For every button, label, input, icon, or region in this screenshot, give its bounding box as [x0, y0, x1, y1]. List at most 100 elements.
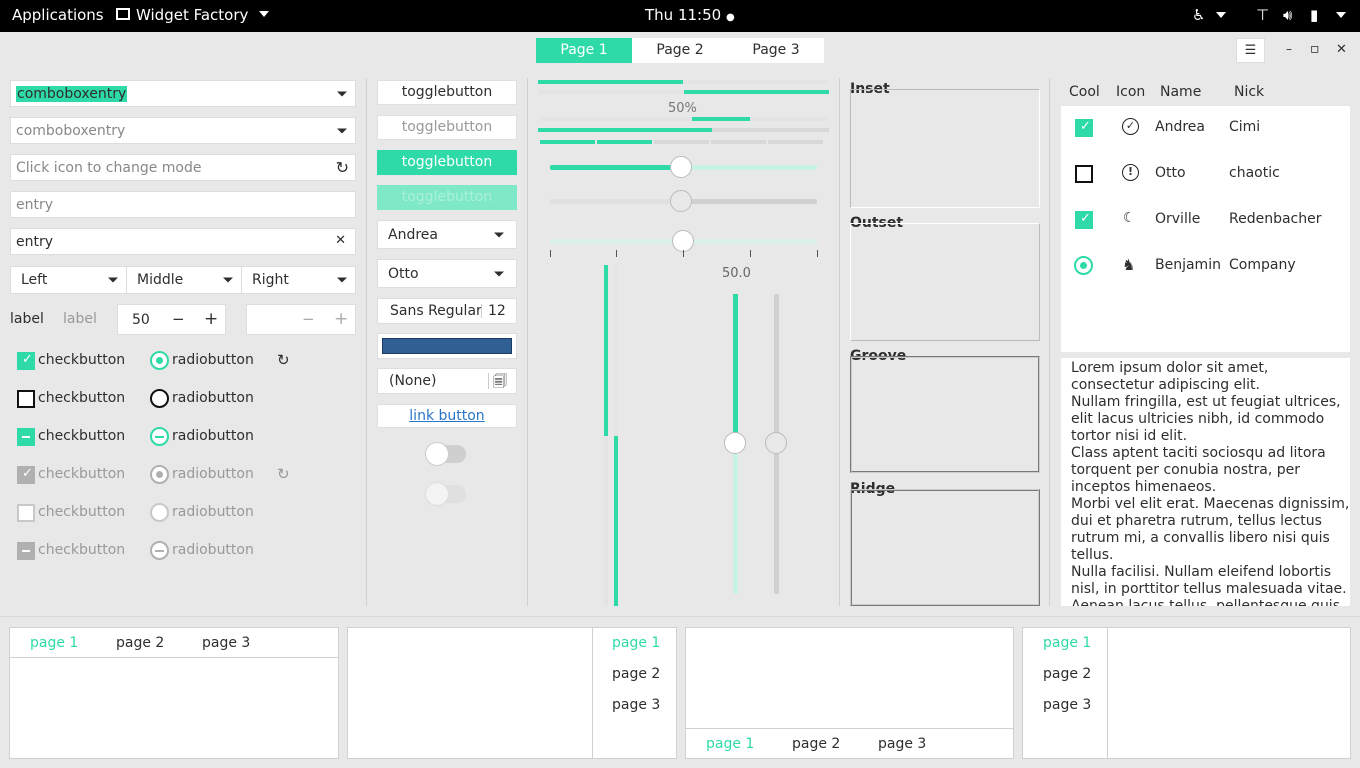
- tree-radio[interactable]: [1074, 256, 1093, 275]
- radiobutton-label[interactable]: radiobutton: [172, 428, 254, 444]
- text-line: tellus.: [1071, 547, 1114, 563]
- text-line: Nulla facilisi. Nullam eleifend lobortis: [1071, 564, 1331, 580]
- radio-unchecked[interactable]: [150, 389, 169, 408]
- checkbox-unchecked[interactable]: [17, 390, 35, 408]
- tree-checkbox[interactable]: [1075, 165, 1093, 183]
- notebook-tab[interactable]: page 1: [706, 736, 754, 752]
- notebook-tab[interactable]: page 1: [30, 635, 78, 651]
- spin-button[interactable]: 50 − +: [117, 304, 226, 335]
- text-view[interactable]: Lorem ipsum dolor sit amet, consectetur a…: [1061, 358, 1350, 606]
- link-button[interactable]: link button: [377, 404, 517, 428]
- tree-checkbox[interactable]: ✓: [1075, 119, 1093, 137]
- combobox-text[interactable]: comboboxentry: [16, 123, 125, 139]
- stack-tab-page3[interactable]: Page 3: [728, 38, 824, 63]
- togglebutton-active[interactable]: togglebutton: [377, 150, 517, 175]
- notebook-tab[interactable]: page 1: [612, 635, 660, 651]
- radiobutton-label: radiobutton: [172, 504, 254, 520]
- tree-row-name[interactable]: Otto: [1155, 165, 1186, 181]
- comboboxentry-1[interactable]: comboboxentry: [10, 80, 356, 107]
- clock[interactable]: Thu 11:50 ●: [645, 6, 735, 24]
- combo-right[interactable]: Right: [241, 266, 356, 294]
- scale-knob[interactable]: [670, 156, 692, 178]
- clear-icon[interactable]: ✕: [335, 233, 346, 248]
- plus-icon: +: [334, 309, 349, 329]
- tree-row-nick[interactable]: Cimi: [1229, 119, 1260, 135]
- notebook-tab[interactable]: page 2: [612, 666, 660, 682]
- refresh-icon[interactable]: ↻: [336, 158, 349, 177]
- notebook-tab[interactable]: page 3: [612, 697, 660, 713]
- menu-button[interactable]: ☰: [1236, 38, 1265, 63]
- level-bar-segment: [768, 140, 823, 144]
- combo-andrea[interactable]: Andrea: [377, 220, 517, 249]
- checkbutton-label[interactable]: checkbutton: [38, 428, 125, 444]
- checkbox-mixed[interactable]: [17, 428, 35, 446]
- network-icon[interactable]: ⊤: [1256, 6, 1269, 24]
- tree-row-nick[interactable]: Redenbacher: [1229, 211, 1322, 227]
- volume-icon[interactable]: 🔊︎: [1283, 6, 1292, 24]
- tree-row-name[interactable]: Benjamin: [1155, 257, 1221, 273]
- plus-icon[interactable]: +: [204, 309, 218, 329]
- battery-icon[interactable]: ▮: [1310, 6, 1318, 24]
- column-header-cool[interactable]: Cool: [1069, 84, 1100, 100]
- level-bar-segment: [597, 140, 652, 144]
- chevron-down-icon[interactable]: [337, 91, 347, 96]
- tree-row-name[interactable]: Andrea: [1155, 119, 1205, 135]
- notebook-tab[interactable]: page 3: [878, 736, 926, 752]
- notebook-tab[interactable]: page 2: [1043, 666, 1091, 682]
- accessibility-icon[interactable]: ♿: [1192, 6, 1205, 24]
- notebook-tab[interactable]: page 2: [116, 635, 164, 651]
- column-header-nick[interactable]: Nick: [1234, 84, 1264, 100]
- notebook-tab[interactable]: page 3: [202, 635, 250, 651]
- scale-knob[interactable]: [724, 432, 746, 454]
- radio-mixed[interactable]: [150, 427, 169, 446]
- spinner-icon: ↻: [277, 351, 290, 369]
- minus-icon[interactable]: −: [172, 310, 185, 328]
- stack-tab-page1[interactable]: Page 1: [536, 38, 632, 63]
- hscale-1[interactable]: [550, 156, 817, 178]
- mode-entry[interactable]: Click icon to change mode ↻: [10, 154, 356, 181]
- label-2: label: [63, 311, 97, 327]
- combo-middle[interactable]: Middle: [126, 266, 241, 294]
- radiobutton-label[interactable]: radiobutton: [172, 390, 254, 406]
- tree-row-name[interactable]: Orville: [1155, 211, 1200, 227]
- combobox-text[interactable]: comboboxentry: [16, 85, 128, 102]
- applications-menu[interactable]: Applications: [12, 6, 104, 24]
- tree-row-nick[interactable]: chaotic: [1229, 165, 1280, 181]
- entry-empty[interactable]: entry: [10, 191, 356, 218]
- checkbutton-label[interactable]: checkbutton: [38, 352, 125, 368]
- notebook-tab[interactable]: page 3: [1043, 697, 1091, 713]
- scale-knob[interactable]: [672, 230, 694, 252]
- file-chooser-button[interactable]: (None) 🗐: [377, 368, 517, 394]
- minimize-button[interactable]: –: [1286, 42, 1292, 56]
- maximize-button[interactable]: ▫: [1310, 41, 1320, 57]
- checkbutton-label[interactable]: checkbutton: [38, 390, 125, 406]
- column-header-name[interactable]: Name: [1160, 84, 1201, 100]
- switch-off[interactable]: [425, 442, 466, 466]
- notebook-tab[interactable]: page 1: [1043, 635, 1091, 651]
- radio-checked[interactable]: [150, 351, 169, 370]
- tree-row-nick[interactable]: Company: [1229, 257, 1296, 273]
- chevron-down-icon[interactable]: [337, 128, 347, 133]
- entry-value[interactable]: entry: [16, 234, 53, 250]
- checkbutton-label: checkbutton: [38, 466, 126, 482]
- combo-left[interactable]: Left: [10, 266, 126, 294]
- column-header-icon[interactable]: Icon: [1116, 84, 1145, 100]
- comboboxentry-2[interactable]: comboboxentry: [10, 117, 356, 144]
- vscale-1[interactable]: [724, 294, 746, 594]
- tree-checkbox[interactable]: ✓: [1075, 211, 1093, 229]
- checkbox-checked[interactable]: ✓: [17, 352, 35, 370]
- app-menu[interactable]: Widget Factory: [116, 6, 270, 24]
- stack-tab-page2[interactable]: Page 2: [632, 38, 728, 63]
- combo-otto[interactable]: Otto: [377, 259, 517, 288]
- close-button[interactable]: ✕: [1336, 42, 1347, 57]
- check-icon: ✓: [1080, 119, 1091, 134]
- notebook-tab[interactable]: page 2: [792, 736, 840, 752]
- check-icon: ✓: [1080, 211, 1091, 226]
- color-button[interactable]: [377, 333, 517, 359]
- togglebutton[interactable]: togglebutton: [377, 80, 517, 105]
- hscale-3[interactable]: [550, 230, 817, 252]
- radiobutton-label[interactable]: radiobutton: [172, 352, 254, 368]
- spin-value[interactable]: 50: [132, 312, 150, 328]
- entry-filled[interactable]: entry ✕: [10, 228, 356, 255]
- font-button[interactable]: Sans Regular 12: [377, 298, 517, 324]
